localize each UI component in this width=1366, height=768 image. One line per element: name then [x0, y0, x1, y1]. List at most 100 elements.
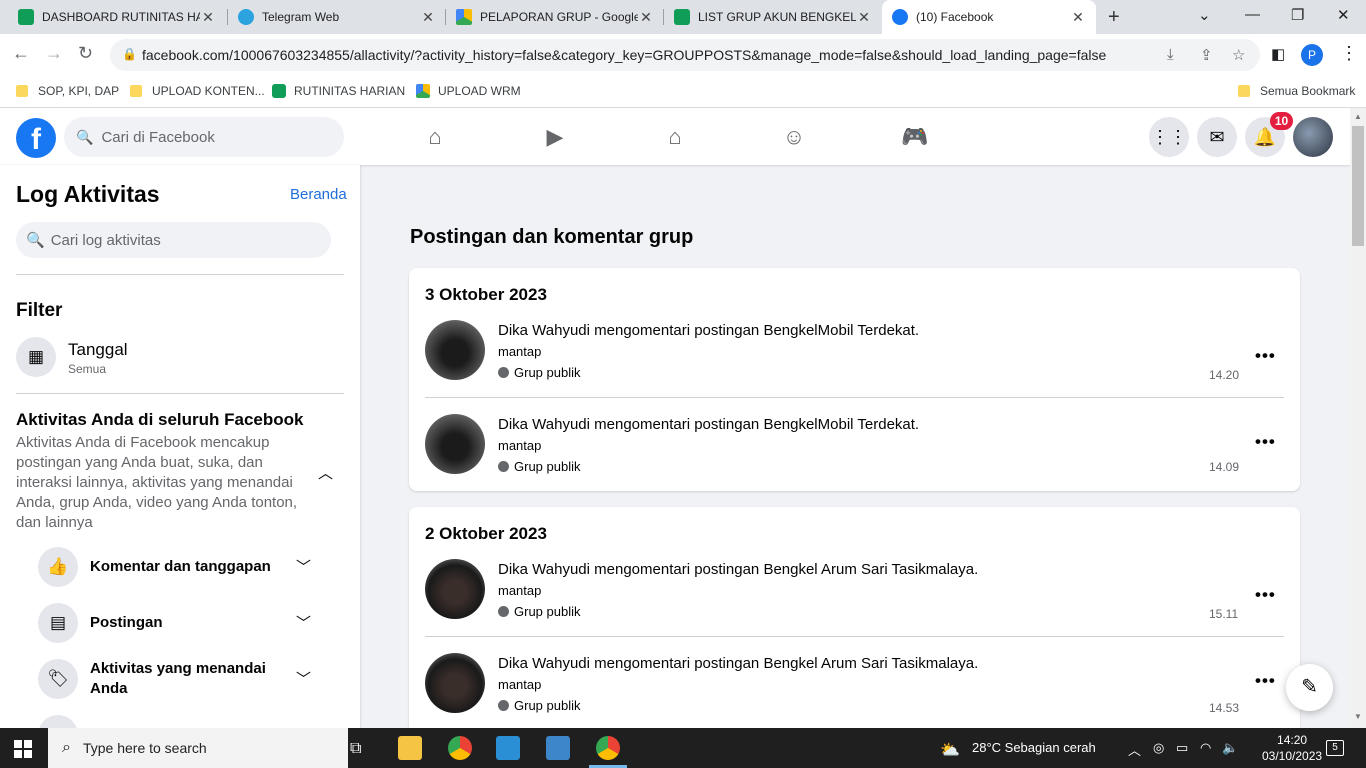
user-name[interactable]: Dika Wahyudi	[498, 322, 590, 339]
marketplace-icon[interactable]: ⌂	[662, 124, 688, 150]
close-icon[interactable]: ✕	[856, 9, 872, 26]
more-options-icon[interactable]: •••	[1255, 432, 1276, 452]
menu-posts[interactable]: Postingan	[90, 613, 163, 633]
home-link[interactable]: Beranda	[290, 186, 347, 203]
activity-search-input[interactable]: 🔍 Cari log aktivitas	[16, 222, 331, 258]
activity-entry[interactable]: Dika Wahyudi mengomentari postingan Beng…	[425, 653, 1284, 731]
close-icon[interactable]: ✕	[420, 9, 436, 26]
back-icon[interactable]: ←	[12, 43, 30, 64]
notification-center-icon[interactable]: 5	[1326, 740, 1344, 756]
chevron-up-icon[interactable]: ︿	[318, 462, 333, 483]
vscode-icon[interactable]	[496, 736, 520, 760]
date-filter-label[interactable]: Tanggal	[68, 340, 128, 360]
meet-now-icon[interactable]: ◎	[1153, 740, 1164, 756]
post-thumbnail[interactable]	[425, 320, 485, 380]
restore-icon[interactable]: ❐	[1291, 6, 1304, 24]
post-thumbnail[interactable]	[425, 653, 485, 713]
more-options-icon[interactable]: •••	[1255, 346, 1276, 366]
window-close-icon[interactable]: ✕	[1337, 6, 1350, 24]
profile-avatar[interactable]: P	[1301, 44, 1323, 66]
bookmark-star-icon[interactable]: ☆	[1232, 46, 1245, 64]
menu-kebab-icon[interactable]: ⋮	[1340, 43, 1358, 64]
new-tab-button[interactable]: +	[1108, 6, 1120, 29]
side-panel-icon[interactable]: ◧	[1271, 45, 1285, 63]
browser-tab-list-grup[interactable]: LIST GRUP AKUN BENGKEL I ✕	[664, 0, 882, 34]
menu-grid-icon[interactable]: ⋮⋮	[1149, 117, 1189, 157]
tray-chevron-up-icon[interactable]: ︿	[1128, 740, 1141, 759]
minimize-icon[interactable]: —	[1245, 6, 1260, 23]
browser-tab-telegram[interactable]: Telegram Web ✕	[228, 0, 446, 34]
taskbar-search-input[interactable]: ⌕ Type here to search	[48, 728, 348, 768]
chrome-icon[interactable]	[448, 736, 472, 760]
battery-icon[interactable]: ▭	[1176, 740, 1188, 756]
menu-comments-reactions[interactable]: Komentar dan tanggapan	[90, 557, 271, 577]
group-name[interactable]: BengkelMobil Terdekat	[763, 416, 914, 433]
chevron-down-icon[interactable]: ﹀	[296, 668, 311, 689]
drive-icon	[416, 84, 430, 98]
bookmark-upload-konten[interactable]: UPLOAD KONTEN...	[130, 84, 265, 98]
page-scrollbar[interactable]: ▲ ▼	[1350, 108, 1366, 728]
facebook-logo-icon[interactable]: f	[16, 118, 56, 158]
activity-log-sidebar: Log Aktivitas Beranda 🔍 Cari log aktivit…	[0, 165, 360, 728]
bookmark-label: RUTINITAS HARIAN	[294, 84, 406, 98]
account-avatar[interactable]	[1293, 117, 1333, 157]
group-name[interactable]: Bengkel Arum Sari Tasikmalaya	[763, 561, 974, 578]
forward-icon[interactable]: →	[45, 43, 63, 64]
address-bar[interactable]: 🔒 facebook.com/100067603234855/allactivi…	[110, 39, 1260, 71]
post-thumbnail[interactable]	[425, 414, 485, 474]
wifi-icon[interactable]: ◠	[1200, 740, 1211, 756]
system-clock[interactable]: 14:20 03/10/2023	[1262, 732, 1322, 764]
facebook-search-input[interactable]: 🔍 Cari di Facebook	[64, 117, 344, 157]
activity-text: Dika Wahyudi mengomentari postingan Beng…	[498, 655, 979, 672]
more-options-icon[interactable]: •••	[1255, 585, 1276, 605]
chevron-down-icon[interactable]: ﹀	[296, 556, 311, 577]
chrome-profile-icon[interactable]	[596, 736, 620, 760]
user-name[interactable]: Dika Wahyudi	[498, 655, 590, 672]
share-icon[interactable]: ⇪	[1200, 46, 1213, 64]
chevron-down-icon[interactable]: ﹀	[296, 612, 311, 633]
activity-entry[interactable]: Dika Wahyudi mengomentari postingan Beng…	[425, 320, 1284, 398]
paint-app-icon[interactable]	[546, 736, 570, 760]
windows-start-icon[interactable]	[14, 740, 32, 758]
gaming-icon[interactable]: 🎮	[901, 124, 928, 150]
bookmark-sop[interactable]: SOP, KPI, DAP	[16, 84, 119, 98]
volume-icon[interactable]: 🔈	[1222, 740, 1238, 756]
browser-tab-facebook[interactable]: (10) Facebook ✕	[882, 0, 1096, 34]
scrollbar-thumb[interactable]	[1352, 126, 1364, 246]
menu-tagged-activity[interactable]: Aktivitas yang menandai Anda	[90, 659, 280, 699]
more-options-icon[interactable]: •••	[1255, 671, 1276, 691]
task-view-icon[interactable]: ⧉	[350, 740, 361, 758]
activity-entry[interactable]: Dika Wahyudi mengomentari postingan Beng…	[425, 414, 1284, 492]
groups-icon[interactable]: ☺	[781, 124, 807, 150]
group-name[interactable]: Bengkel Arum Sari Tasikmalaya	[763, 655, 974, 672]
compose-message-icon[interactable]: ✎	[1286, 664, 1333, 711]
bookmark-rutinitas[interactable]: RUTINITAS HARIAN	[272, 84, 405, 98]
all-bookmarks[interactable]: Semua Bookmark	[1238, 84, 1355, 98]
video-icon[interactable]: ▶	[542, 124, 568, 150]
close-icon[interactable]: ✕	[200, 9, 216, 26]
activity-entry[interactable]: Dika Wahyudi mengomentari postingan Beng…	[425, 559, 1284, 637]
browser-tab-dashboard[interactable]: DASHBOARD RUTINITAS HA ✕	[8, 0, 226, 34]
globe-icon	[498, 461, 509, 472]
comment-text: mantap	[498, 583, 542, 598]
scroll-down-icon[interactable]: ▼	[1354, 712, 1362, 721]
user-name[interactable]: Dika Wahyudi	[498, 416, 590, 433]
browser-tab-pelaporan[interactable]: PELAPORAN GRUP - Google ✕	[446, 0, 664, 34]
tab-search-icon[interactable]: ⌄	[1198, 6, 1211, 24]
scroll-up-icon[interactable]: ▲	[1354, 112, 1362, 121]
home-icon[interactable]: ⌂	[422, 124, 448, 150]
file-explorer-icon[interactable]	[398, 736, 422, 760]
post-thumbnail[interactable]	[425, 559, 485, 619]
group-name[interactable]: BengkelMobil Terdekat	[763, 322, 914, 339]
messenger-icon[interactable]: ✉	[1197, 117, 1237, 157]
close-icon[interactable]: ✕	[638, 9, 654, 26]
url-text[interactable]: facebook.com/100067603234855/allactivity…	[142, 47, 1106, 63]
close-icon[interactable]: ✕	[1070, 9, 1086, 26]
reload-icon[interactable]: ↻	[78, 43, 93, 64]
install-icon[interactable]: ⤓	[1167, 46, 1174, 63]
user-name[interactable]: Dika Wahyudi	[498, 561, 590, 578]
calendar-icon[interactable]: ▦	[16, 337, 56, 377]
comment-text: mantap	[498, 438, 542, 453]
bookmark-upload-wrm[interactable]: UPLOAD WRM	[416, 84, 521, 98]
weather-text[interactable]: 28°C Sebagian cerah	[972, 740, 1096, 755]
